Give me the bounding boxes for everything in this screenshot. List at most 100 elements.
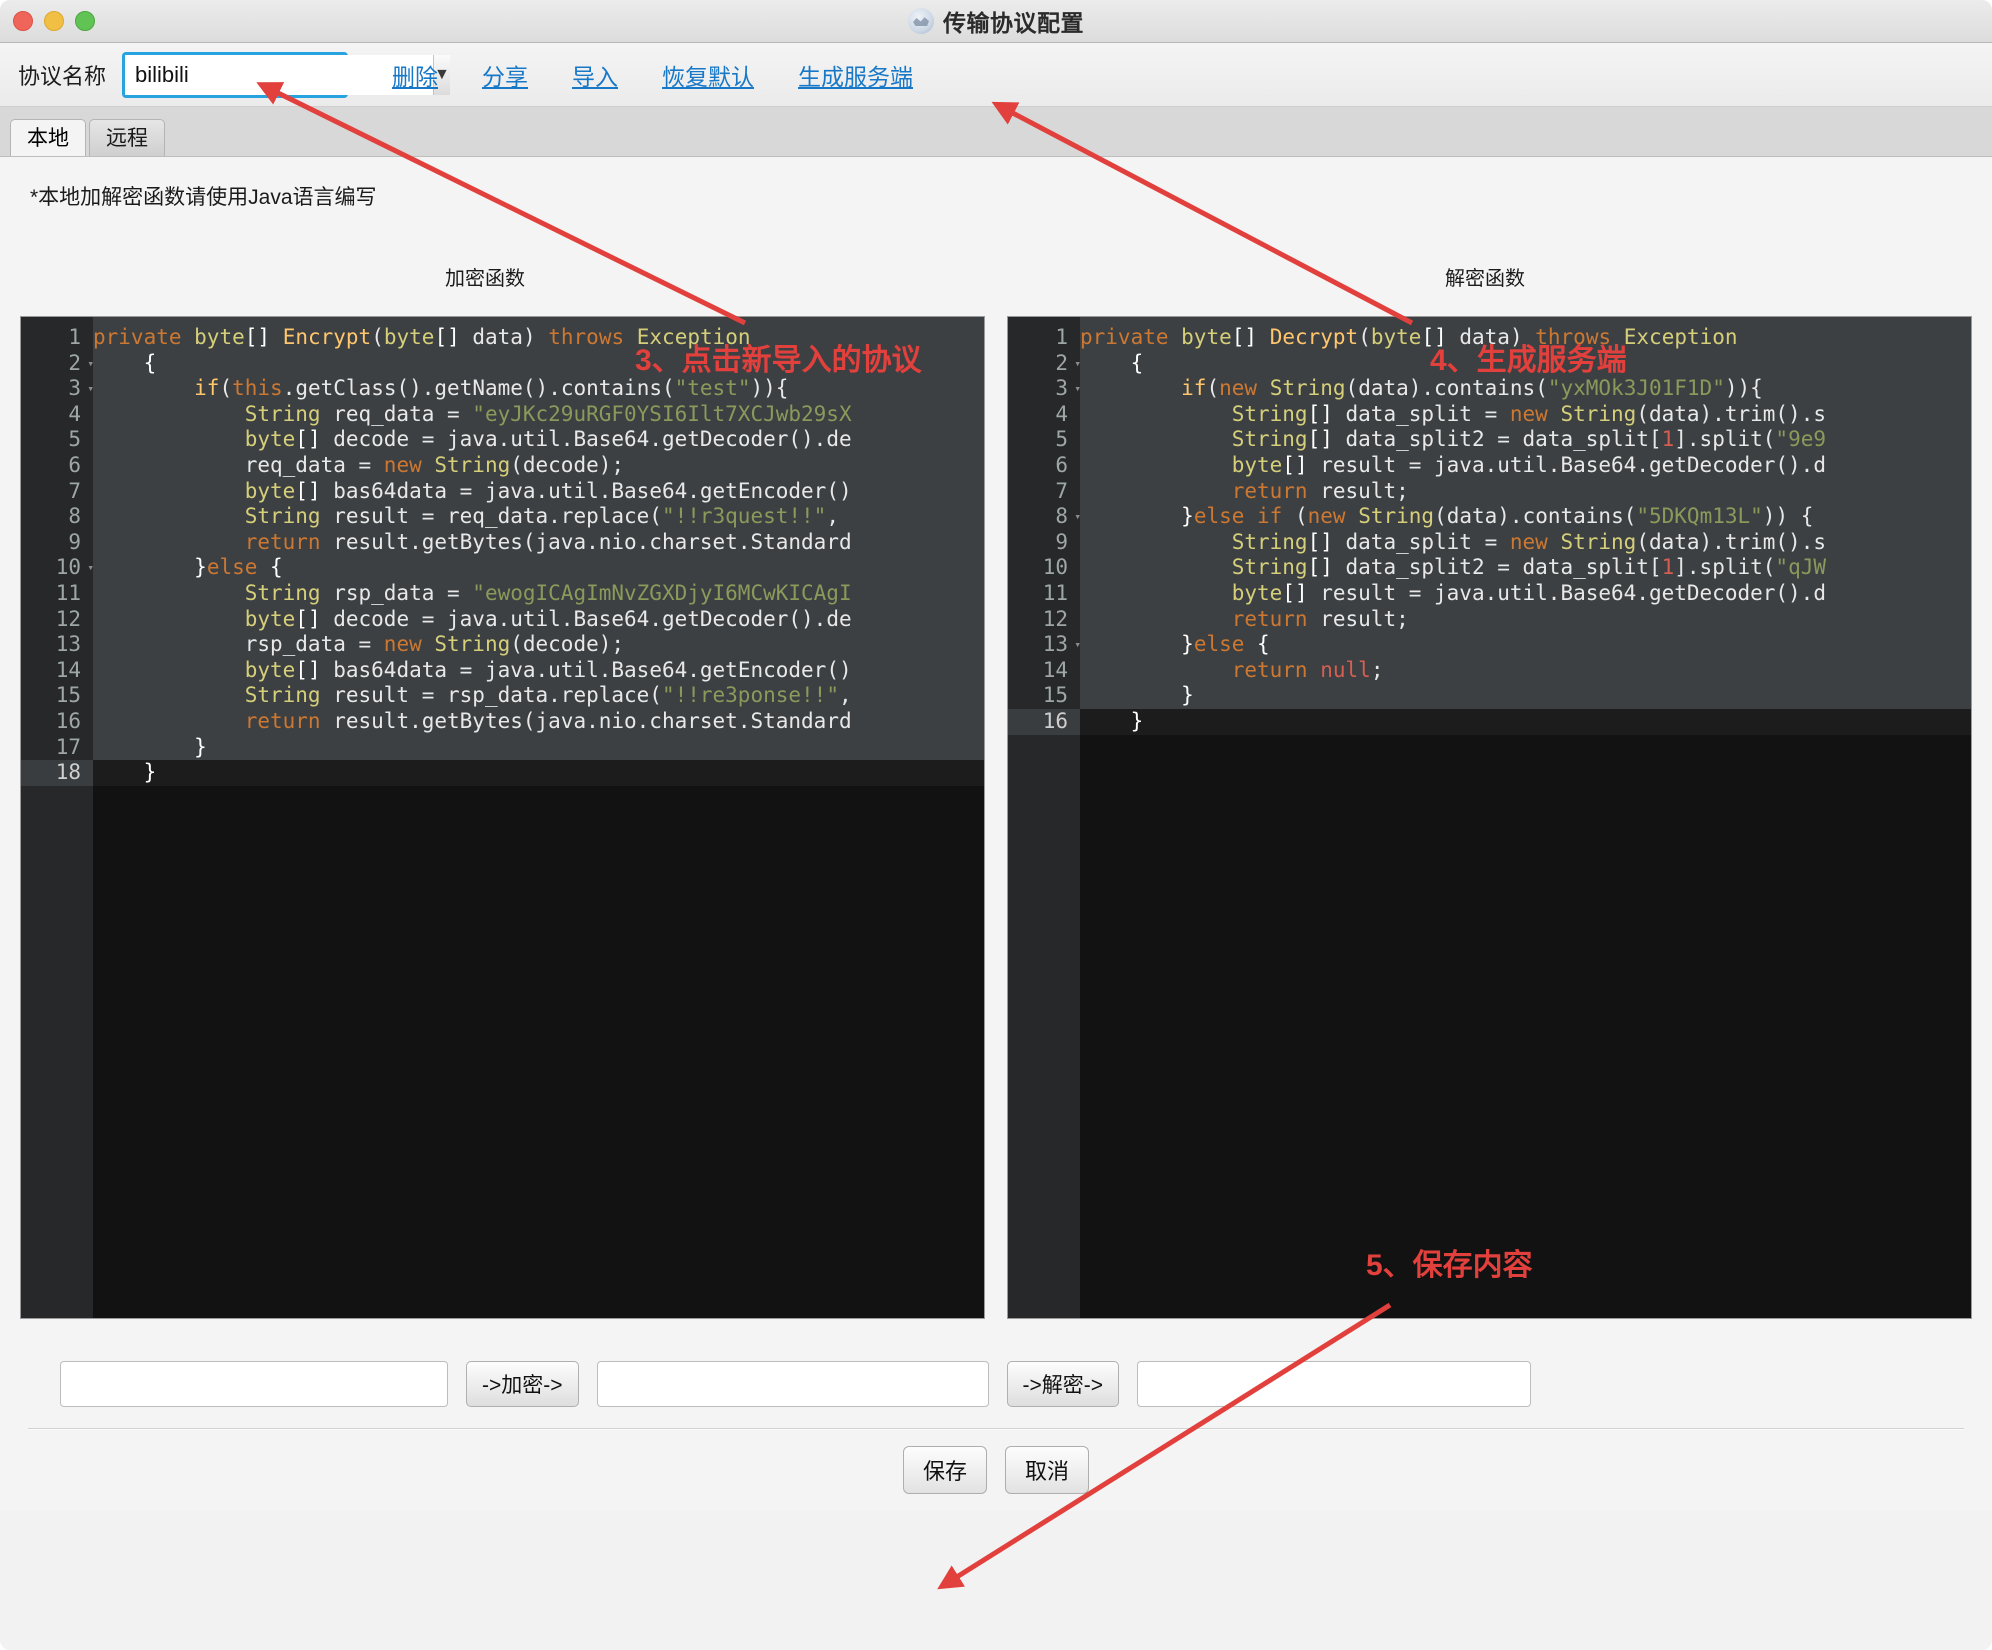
- close-button[interactable]: [13, 11, 33, 31]
- code-token: }: [1181, 632, 1194, 656]
- code-token: }: [1131, 709, 1144, 733]
- code-token: String: [245, 402, 321, 426]
- code-token: [93, 351, 144, 375]
- code-token: [93, 376, 194, 400]
- code-token: data): [1447, 325, 1536, 349]
- decrypt-button[interactable]: ->解密->: [1007, 1361, 1120, 1407]
- code-token: [93, 479, 245, 503]
- maximize-button[interactable]: [75, 11, 95, 31]
- code-token: ].split(: [1674, 555, 1775, 579]
- code-token: [1080, 351, 1131, 375]
- code-token: []: [1308, 555, 1333, 579]
- code-token: byte: [1232, 453, 1283, 477]
- code-token: [93, 402, 245, 426]
- cancel-button[interactable]: 取消: [1005, 1446, 1089, 1494]
- share-link[interactable]: 分享: [482, 58, 528, 92]
- code-token: result = java.util.Base64.getDecoder().d: [1308, 581, 1826, 605]
- encrypt-button[interactable]: ->加密->: [466, 1361, 579, 1407]
- code-token: )){: [1725, 376, 1763, 400]
- code-line: }: [1080, 683, 1971, 709]
- minimize-button[interactable]: [44, 11, 64, 31]
- generate-server-link[interactable]: 生成服务端: [798, 58, 913, 92]
- code-token: []: [1282, 581, 1307, 605]
- code-token: new: [1308, 504, 1359, 528]
- code-token: data_split2 = data_split[: [1333, 555, 1662, 579]
- protocol-combobox[interactable]: ▼: [122, 52, 348, 98]
- window-title-group: 传输协议配置: [0, 0, 1992, 42]
- code-token: {: [1131, 351, 1144, 375]
- code-token: String: [1232, 530, 1308, 554]
- code-token: String: [434, 632, 510, 656]
- code-token: result.getBytes(java.nio.charset.Standar…: [333, 709, 851, 733]
- import-link[interactable]: 导入: [572, 58, 618, 92]
- code-line: req_data = new String(decode);: [93, 453, 984, 479]
- code-token: [93, 735, 194, 759]
- line-number: 6: [1008, 453, 1080, 479]
- encrypt-code-editor[interactable]: 123456789101112131415161718 private byte…: [20, 316, 985, 1319]
- line-number: 7: [21, 479, 93, 505]
- line-number: 15: [21, 683, 93, 709]
- decrypt-line-numbers: 12345678910111213141516: [1008, 317, 1080, 1318]
- code-token: byte: [1371, 325, 1422, 349]
- restore-default-link[interactable]: 恢复默认: [662, 58, 754, 92]
- line-number: 4: [21, 402, 93, 428]
- code-token: []: [434, 325, 459, 349]
- save-button[interactable]: 保存: [903, 1446, 987, 1494]
- code-line: }: [93, 735, 984, 761]
- decrypt-code-surface[interactable]: private byte[] Decrypt(byte[] data) thro…: [1080, 317, 1971, 1318]
- code-token: new: [1510, 530, 1561, 554]
- code-token: [1080, 632, 1181, 656]
- editors-row: 123456789101112131415161718 private byte…: [20, 316, 1972, 1319]
- code-token: }: [194, 555, 207, 579]
- code-token: [1080, 581, 1232, 605]
- tab-remote[interactable]: 远程: [89, 119, 165, 156]
- code-token: String: [1232, 427, 1308, 451]
- code-line: return result;: [1080, 479, 1971, 505]
- code-token: [93, 530, 245, 554]
- line-number: 5: [1008, 427, 1080, 453]
- code-token: (data).trim().s: [1636, 530, 1826, 554]
- ciphertext-input[interactable]: [597, 1361, 989, 1407]
- code-token: [93, 581, 245, 605]
- code-token: (: [219, 376, 232, 400]
- code-token: bas64data = java.util.Base64.getEncoder(…: [321, 658, 852, 682]
- code-line: String[] data_split = new String(data).t…: [1080, 530, 1971, 556]
- line-number: 1: [21, 325, 93, 351]
- result-output[interactable]: [1137, 1361, 1531, 1407]
- code-token: [270, 325, 283, 349]
- code-token: byte: [384, 325, 435, 349]
- code-token: byte: [1232, 581, 1283, 605]
- code-token: Decrypt: [1270, 325, 1359, 349]
- code-token: []: [1232, 325, 1257, 349]
- code-line: if(this.getClass().getName().contains("t…: [93, 376, 984, 402]
- protocol-name-input[interactable]: [125, 55, 433, 95]
- code-token: this: [232, 376, 283, 400]
- delete-link[interactable]: 删除: [392, 58, 438, 92]
- plaintext-input[interactable]: [60, 1361, 448, 1407]
- protocol-toolbar: 协议名称 ▼ 删除 分享 导入 恢复默认 生成服务端: [0, 43, 1992, 107]
- code-token: [1257, 325, 1270, 349]
- code-token: [1080, 555, 1232, 579]
- content-area: *本地加解密函数请使用Java语言编写 加密函数 解密函数 1234567891…: [0, 157, 1992, 1511]
- line-number: 9: [21, 530, 93, 556]
- language-note: *本地加解密函数请使用Java语言编写: [30, 181, 377, 211]
- code-line: byte[] result = java.util.Base64.getDeco…: [1080, 581, 1971, 607]
- code-token: new: [1219, 376, 1270, 400]
- code-token: req_data =: [321, 402, 473, 426]
- code-line: private byte[] Decrypt(byte[] data) thro…: [1080, 325, 1971, 351]
- encrypt-code-surface[interactable]: private byte[] Encrypt(byte[] data) thro…: [93, 317, 984, 1318]
- code-token: result = req_data.replace(: [321, 504, 662, 528]
- code-token: "5DKQm13L": [1636, 504, 1762, 528]
- code-token: String: [245, 581, 321, 605]
- decrypt-code-editor[interactable]: 12345678910111213141516 private byte[] D…: [1007, 316, 1972, 1319]
- code-line: return result.getBytes(java.nio.charset.…: [93, 709, 984, 735]
- code-token: data_split =: [1333, 530, 1510, 554]
- tab-local[interactable]: 本地: [10, 119, 86, 156]
- code-token: data_split2 = data_split[: [1333, 427, 1662, 451]
- code-token: "9e9: [1775, 427, 1826, 451]
- code-token: "ewogICAgImNvZGXDjyI6MCwKICAgI: [472, 581, 851, 605]
- code-token: }: [144, 760, 157, 784]
- code-line: byte[] decode = java.util.Base64.getDeco…: [93, 427, 984, 453]
- code-token: else: [207, 555, 270, 579]
- line-number: 6: [21, 453, 93, 479]
